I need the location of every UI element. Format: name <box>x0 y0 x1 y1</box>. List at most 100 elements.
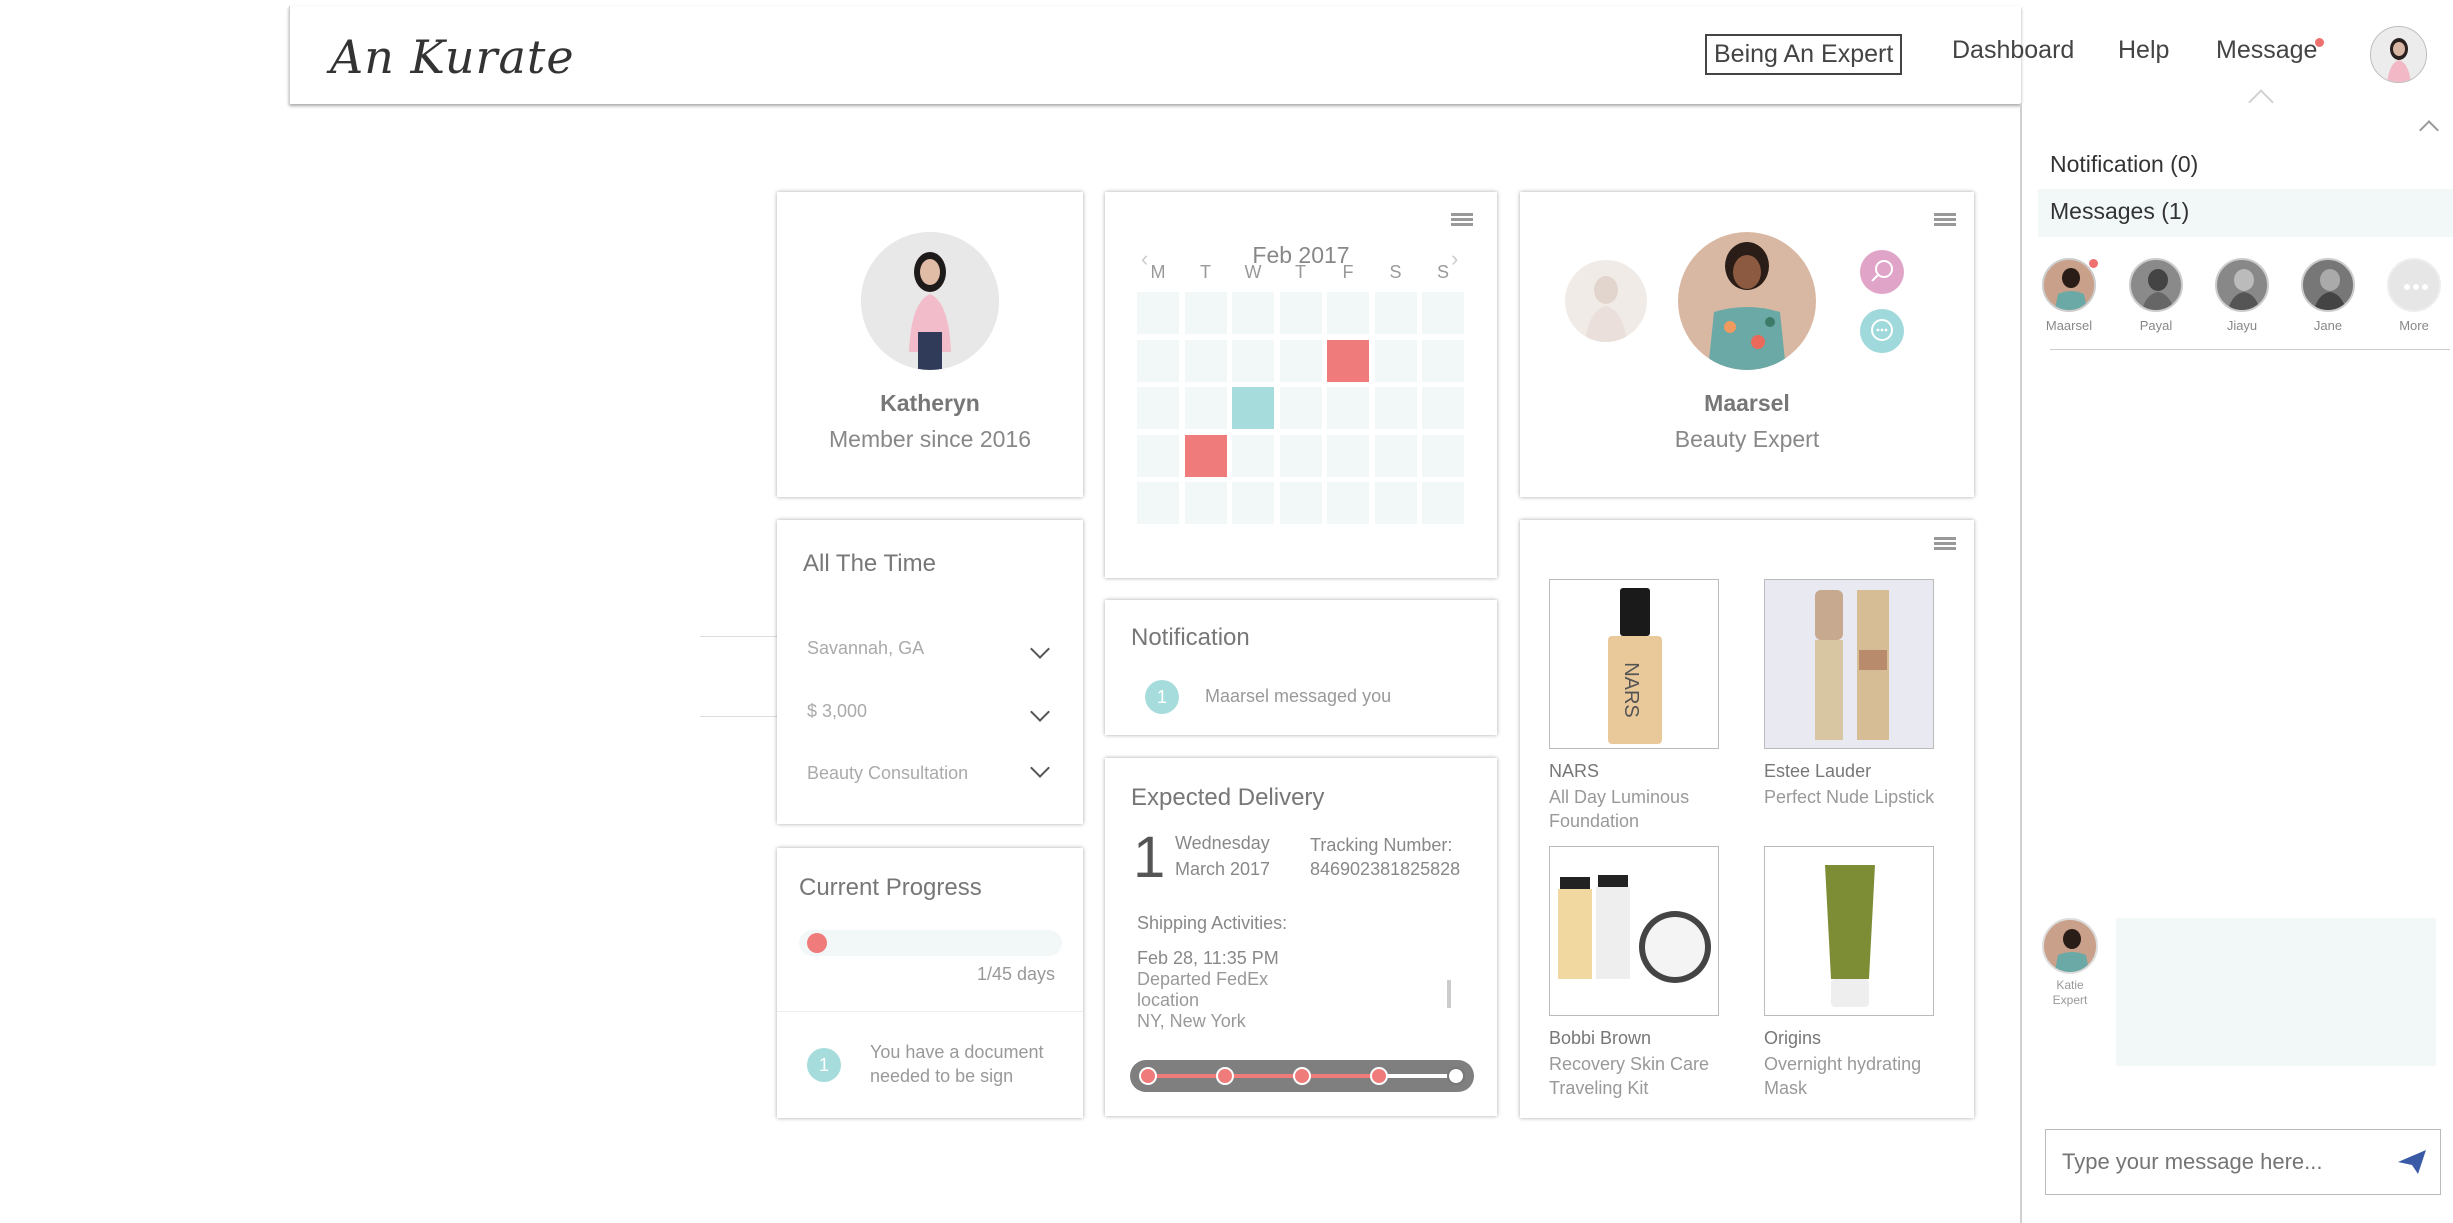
contact-jane[interactable]: Jane <box>2298 258 2358 333</box>
contact-payal[interactable]: Payal <box>2126 258 2186 333</box>
calendar-day-cell[interactable] <box>1327 482 1369 524</box>
budget-value: $ 3,000 <box>807 701 868 721</box>
calendar-day-cell[interactable] <box>1232 387 1274 429</box>
nav-message-link[interactable]: Message <box>2216 36 2317 65</box>
messages-tab[interactable]: Messages (1) <box>2050 198 2189 225</box>
product-name: Overnight hydrating Mask <box>1764 1054 1922 1098</box>
notifications-tab[interactable]: Notification (0) <box>2050 151 2198 178</box>
calendar-day-cell[interactable] <box>1137 339 1179 382</box>
calendar-day-cell[interactable] <box>1327 387 1369 429</box>
profile-avatar[interactable] <box>861 232 999 370</box>
calendar-day-cell[interactable] <box>1422 387 1464 429</box>
location-select[interactable]: Savannah, GA <box>807 638 1050 678</box>
menu-icon[interactable] <box>1934 213 1956 227</box>
menu-icon[interactable] <box>1451 213 1473 227</box>
calendar-day-cell[interactable] <box>1137 387 1179 429</box>
chat-sender-role: Expert <box>2052 993 2088 1007</box>
calendar-day-cell[interactable] <box>1232 434 1274 477</box>
chevron-down-icon <box>1030 758 1050 778</box>
product-image-nars[interactable]: NARS <box>1549 579 1719 749</box>
calendar-day-cell[interactable] <box>1327 339 1369 382</box>
activity-scrollbar[interactable] <box>1447 980 1451 1008</box>
expert-name: Maarsel <box>1704 390 1790 416</box>
user-avatar[interactable] <box>2370 26 2427 83</box>
calendar-day-cell[interactable] <box>1232 292 1274 334</box>
calendar-day-cell[interactable] <box>1374 434 1417 477</box>
calendar-day-cell[interactable] <box>1232 482 1274 524</box>
send-icon[interactable] <box>2398 1150 2426 1179</box>
brand-logo[interactable]: An Kurate <box>330 30 575 84</box>
calendar-day-cell[interactable] <box>1279 434 1322 477</box>
document-text-2[interactable]: needed to be sign <box>870 1066 1013 1087</box>
calendar-day-cell[interactable] <box>1327 434 1369 477</box>
calendar-day-cell[interactable] <box>1422 482 1464 524</box>
delivery-weekday: Wednesday <box>1175 833 1270 853</box>
product-image-estee-lauder[interactable] <box>1764 579 1934 749</box>
contact-name: Jiayu <box>2226 318 2258 333</box>
calendar-day-cell[interactable] <box>1184 339 1227 382</box>
calendar-day-cell[interactable] <box>1137 292 1179 334</box>
notification-text[interactable]: Maarsel messaged you <box>1205 686 1391 707</box>
document-text-1[interactable]: You have a document <box>870 1042 1043 1063</box>
service-select[interactable]: Beauty Consultation <box>807 758 1050 803</box>
expert-role: Beauty Expert <box>1674 426 1820 452</box>
nav-help-link[interactable]: Help <box>2118 36 2169 65</box>
contact-jiayu[interactable]: Jiayu <box>2212 258 2272 333</box>
calendar-day-cell[interactable] <box>1327 292 1369 334</box>
location-value: Savannah, GA <box>807 638 925 658</box>
calendar-day-cell[interactable] <box>1279 292 1322 334</box>
calendar-day-cell[interactable] <box>1137 434 1179 477</box>
contact-name: More <box>2399 318 2429 333</box>
expert-avatar[interactable] <box>1678 232 1816 370</box>
menu-icon[interactable] <box>1934 537 1956 551</box>
divider-line <box>2050 349 2450 350</box>
svg-text:NARS: NARS <box>1620 662 1642 718</box>
calendar-day-cell[interactable] <box>1374 482 1417 524</box>
top-header: An Kurate Being An Expert Dashboard Help… <box>289 6 2427 104</box>
tracking-label: Tracking Number: <box>1310 835 1453 855</box>
nav-dashboard-link[interactable]: Dashboard <box>1952 36 2074 65</box>
previous-expert-avatar[interactable] <box>1565 260 1647 342</box>
product-image-origins[interactable] <box>1764 846 1934 1016</box>
calendar-day-cell[interactable] <box>1374 292 1417 334</box>
delivery-step-dot <box>1370 1067 1388 1085</box>
calendar-day-cell[interactable] <box>1184 387 1227 429</box>
calendar-day-cell[interactable] <box>1422 292 1464 334</box>
calendar-day-cell[interactable] <box>1422 339 1464 382</box>
message-input[interactable] <box>2060 1144 2380 1180</box>
calendar-day-cell[interactable] <box>1184 434 1227 477</box>
calendar-day-cell[interactable] <box>1137 482 1179 524</box>
calendar-day-cell[interactable] <box>1374 387 1417 429</box>
chevron-up-icon[interactable] <box>2419 120 2439 140</box>
calendar-day-cell[interactable] <box>1232 339 1274 382</box>
chat-bubble <box>2116 918 2436 1066</box>
expert-search-button[interactable] <box>1860 250 1904 294</box>
expert-chat-button[interactable] <box>1860 309 1904 353</box>
calendar-day-cell[interactable] <box>1279 339 1322 382</box>
delivery-card: Expected Delivery 1 Wednesday March 2017… <box>1105 758 1497 1116</box>
profile-card: Katheryn Member since 2016 <box>777 192 1083 497</box>
contact-avatar <box>2129 258 2183 312</box>
progress-bar <box>799 930 1062 956</box>
product-name: All Day Luminous Foundation <box>1549 787 1690 831</box>
activity-time: Feb 28, 11:35 PM <box>1137 948 1279 968</box>
products-card: NARS NARS All Day Luminous Foundation Es… <box>1520 520 1974 1118</box>
activity-line-1: Departed FedEx <box>1137 969 1269 989</box>
calendar-day-cell[interactable] <box>1279 387 1322 429</box>
calendar-day-cell[interactable] <box>1374 339 1417 382</box>
contact-more[interactable]: More <box>2384 258 2444 333</box>
product-image-bobbi-brown[interactable] <box>1549 846 1719 1016</box>
message-input-box[interactable] <box>2045 1129 2441 1195</box>
budget-select[interactable]: $ 3,000 <box>807 701 1050 741</box>
notification-card: Notification 1 Maarsel messaged you <box>1105 600 1497 735</box>
nav-being-expert-button[interactable]: Being An Expert <box>1705 34 1903 75</box>
tracking-number[interactable]: 846902381825828 <box>1310 859 1460 880</box>
calendar-day-header: F <box>1342 262 1354 282</box>
calendar-day-cell[interactable] <box>1184 482 1227 524</box>
chat-icon <box>1871 319 1893 341</box>
calendar-day-cell[interactable] <box>1184 292 1227 334</box>
calendar-day-cell[interactable] <box>1422 434 1464 477</box>
calendar-day-cell[interactable] <box>1279 482 1322 524</box>
product-brand: Estee Lauder <box>1764 761 1872 781</box>
contact-maarsel[interactable]: Maarsel <box>2039 258 2099 333</box>
